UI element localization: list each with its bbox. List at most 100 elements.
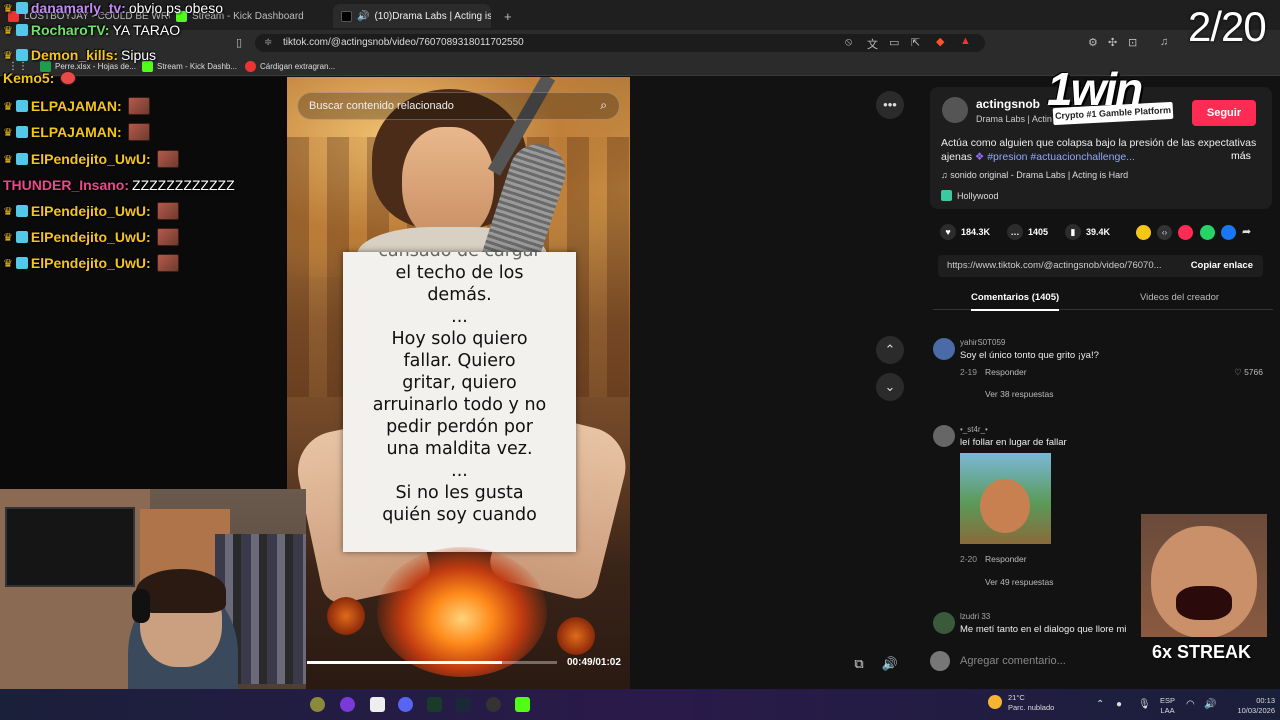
tray-app-icon[interactable]: ● [1116,699,1122,710]
previous-video-button[interactable]: ⌃ [876,336,904,364]
send-icon[interactable] [1178,225,1193,240]
paper-line: ... [451,307,468,327]
kick-icon[interactable] [515,697,530,712]
creator-avatar[interactable] [942,97,968,123]
translate-icon[interactable]: 文 [867,36,878,52]
taskbar-app-icon[interactable] [340,697,355,712]
video-player[interactable]: Buscar contenido relacionado ⌕ cansado d… [287,77,630,689]
chat-message: THUNDER_Insano: ZZZZZZZZZZZZ [3,177,235,193]
reply-button[interactable]: Responder [985,554,1027,564]
taskbar-file-icon[interactable] [370,697,385,712]
tab-creator-videos[interactable]: Videos del creador [1140,292,1219,303]
obs-icon[interactable] [486,697,501,712]
share-link-field[interactable]: https://www.tiktok.com/@actingsnob/video… [938,255,1263,277]
more-link[interactable]: más [1231,150,1251,162]
whatsapp-icon[interactable] [1200,225,1215,240]
paper-note: cansado de cargarel techo de losdemás...… [343,252,576,552]
crown-badge-icon: ♛ [3,153,13,166]
commenter-avatar[interactable] [933,338,955,360]
microphone-icon[interactable]: 🎙 [1138,699,1151,710]
commenter-name[interactable]: lzudri 33 [960,612,990,621]
cast-icon[interactable]: ▭ [889,36,899,49]
comment-gif[interactable] [960,453,1051,544]
chat-message: Kemo5: [3,70,77,86]
commenter-name[interactable]: •_st4r_• [960,425,988,434]
next-video-button[interactable]: ⌄ [876,373,904,401]
new-tab-button[interactable]: + [496,4,516,28]
copy-link-button[interactable]: Copiar enlace [1191,260,1253,271]
video-progress-bar[interactable] [307,661,557,664]
paper-line: arruinarlo todo y no [372,395,547,415]
discord-icon[interactable] [398,697,413,712]
chat-username: ELPAJAMAN: [30,98,122,114]
reply-button[interactable]: Responder [985,367,1027,377]
tab-tiktok[interactable]: 🔊 (10)Drama Labs | Acting is Ha × [333,4,491,28]
terminal-icon[interactable] [427,697,442,712]
sound-label: sonido original - Drama Labs | Acting is… [950,170,1129,180]
screenshot-icon[interactable]: ⊡ [1128,36,1137,49]
follow-button[interactable]: Seguir [1192,100,1256,126]
speaker-icon: 🔊 [357,10,370,22]
meme-overlay [1141,514,1267,637]
fire-flowers [377,547,547,677]
comment-like[interactable]: ♡ 5766 [1234,367,1263,378]
sound-row[interactable]: ♫ sonido original - Drama Labs | Acting … [941,170,1128,180]
brave-shield-icon[interactable]: ◆ [936,35,944,48]
extensions-icon[interactable]: ⚙ [1088,36,1098,49]
language-indicator[interactable]: ESP LAA [1160,696,1175,716]
paper-line: fallar. Quiero [403,351,516,371]
chat-text: YA TARAO [112,22,181,38]
puzzle-icon[interactable]: ✣ [1108,36,1117,49]
coin-share-icon[interactable] [1136,225,1151,240]
hashtags[interactable]: #presion #actuacionchallenge... [987,151,1135,163]
meme-mouth [1176,586,1232,620]
meme-face [1151,526,1257,637]
media-icon[interactable]: ♫ [1160,36,1168,48]
commenter-avatar[interactable] [933,612,955,634]
system-clock[interactable]: 00:13 10/03/2026 [1225,696,1275,716]
comments-stat[interactable]: … 1405 [1007,224,1048,240]
bookmark-icon[interactable]: ▯ [236,36,242,49]
steam-icon[interactable] [456,697,471,712]
wifi-icon[interactable]: ◠ [1186,699,1195,710]
share-icon[interactable]: ⇱ [911,36,920,49]
rewards-icon[interactable]: ▲ [960,35,971,47]
commenter-avatar[interactable] [933,425,955,447]
chat-message: ♛ Demon_kills: Sipus [3,47,156,63]
embed-icon[interactable]: ‹› [1157,225,1172,240]
crown-badge-icon: ♛ [3,126,13,139]
bookmark-item[interactable]: Stream - Kick Dashb... [142,61,237,72]
search-icon[interactable]: ⌕ [600,98,607,113]
chat-username: RocharoTV: [30,22,110,38]
more-options-button[interactable]: ••• [876,91,904,119]
more-share-icon[interactable]: ➦ [1242,225,1257,240]
commenter-name[interactable]: yahirS0T059 [960,338,1005,347]
volume-icon[interactable]: 🔊 [876,650,904,678]
weather-icon [988,695,1002,709]
chat-text: ZZZZZZZZZZZZ [132,177,235,193]
facebook-icon[interactable] [1221,225,1236,240]
creator-username[interactable]: actingsnob [976,97,1040,111]
sub-badge-icon [15,126,28,138]
likes-stat[interactable]: ♥ 184.3K [940,224,990,240]
taskbar-app-icon[interactable] [310,697,325,712]
creator-subtitle: Drama Labs | Actin [976,114,1052,124]
chat-message: ♛ ElPendejito_UwU: [3,202,179,220]
related-search-input[interactable]: Buscar contenido relacionado ⌕ [297,92,620,120]
view-replies[interactable]: Ver 49 respuestas [985,577,1054,587]
bookmark-item[interactable]: Cárdigan extragran... [245,61,335,72]
saves-stat[interactable]: ▮ 39.4K [1065,224,1110,240]
chat-message: ♛ ElPendejito_UwU: [3,254,179,272]
reader-mode-icon[interactable]: ⦸ [845,36,852,49]
chevron-up-icon[interactable]: ⌃ [1096,699,1104,710]
pip-icon[interactable]: ⧉ [845,650,873,678]
chat-username: danamarly_tv: [30,0,126,16]
tab-comments[interactable]: Comentarios (1405) [971,292,1060,311]
sub-badge-icon [15,205,28,217]
volume-icon[interactable]: 🔊 [1204,699,1216,710]
site-info-icon[interactable]: ≑ [264,37,272,48]
url-text: tiktok.com/@actingsnob/video/76070893180… [283,37,524,48]
location-row[interactable]: Hollywood [941,190,999,201]
view-replies[interactable]: Ver 38 respuestas [985,389,1054,399]
weather-temp: 21°C [1008,693,1025,702]
